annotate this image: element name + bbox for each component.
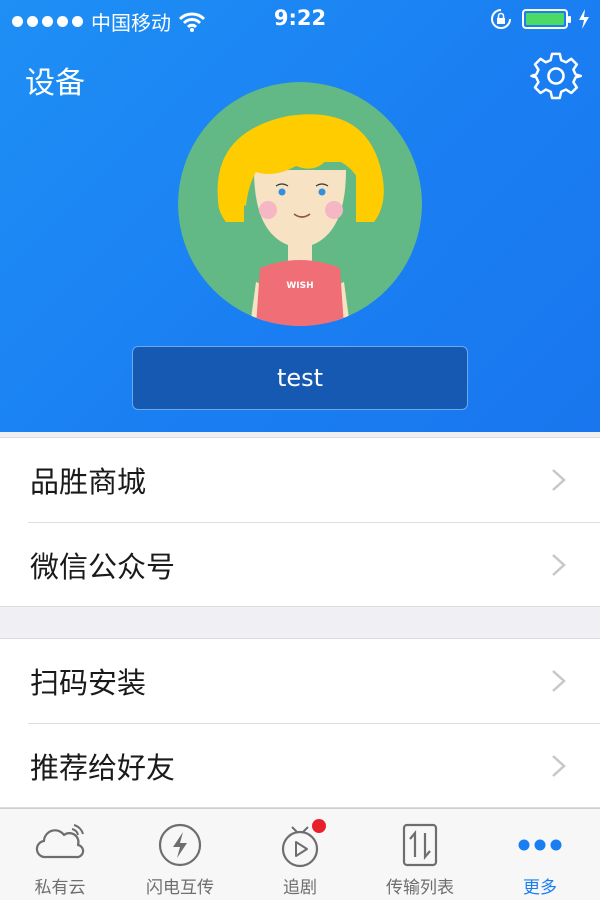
menu-item-label: 推荐给好友 [30, 750, 176, 785]
profile-header: 中国移动 9:22 设备 WISH test [0, 0, 600, 432]
tab-private-cloud[interactable]: 私有云 [0, 809, 120, 900]
rotation-lock-icon [491, 9, 511, 29]
page-title: 设备 [25, 66, 85, 101]
battery-icon [522, 9, 571, 29]
menu-group-share: 扫码安装 推荐给好友 [0, 638, 600, 808]
tab-bar: 私有云 闪电互传 追剧 传输列表 更多 [0, 808, 600, 900]
tab-label: 更多 [523, 878, 557, 898]
menu-item-label: 扫码安装 [30, 666, 147, 700]
status-right [490, 8, 590, 30]
transfer-list-icon [402, 823, 438, 867]
chevron-right-icon [552, 670, 566, 692]
menu-item-wechat[interactable]: 微信公众号 [28, 522, 600, 606]
status-bar: 中国移动 9:22 [0, 0, 600, 40]
tab-label: 闪电互传 [146, 878, 214, 898]
chevron-right-icon [552, 554, 566, 576]
tab-flash-transfer[interactable]: 闪电互传 [120, 809, 240, 900]
menu-group-shop: 品胜商城 微信公众号 [0, 437, 600, 607]
more-dots-icon [518, 839, 562, 851]
notification-badge [312, 819, 326, 833]
tab-label: 私有云 [34, 878, 86, 898]
tab-transfer-list[interactable]: 传输列表 [360, 809, 480, 900]
tab-more[interactable]: 更多 [480, 809, 600, 900]
menu-item-label: 品胜商城 [30, 465, 147, 499]
tab-series[interactable]: 追剧 [240, 809, 360, 900]
gear-icon[interactable] [530, 50, 582, 102]
menu-item-label: 微信公众号 [30, 549, 176, 584]
charging-icon [579, 9, 589, 29]
chevron-right-icon [552, 755, 566, 777]
menu-item-scan-install[interactable]: 扫码安装 [0, 639, 600, 723]
menu-item-recommend[interactable]: 推荐给好友 [28, 723, 600, 807]
cloud-icon [35, 824, 85, 859]
username-button[interactable]: test [132, 346, 468, 410]
avatar[interactable]: WISH [178, 82, 422, 326]
tab-label: 追剧 [283, 878, 317, 898]
tab-label: 传输列表 [386, 878, 454, 898]
chevron-right-icon [552, 469, 566, 491]
menu-item-store[interactable]: 品胜商城 [0, 438, 600, 522]
shirt-text: WISH [286, 281, 313, 291]
lightning-icon [158, 823, 202, 867]
